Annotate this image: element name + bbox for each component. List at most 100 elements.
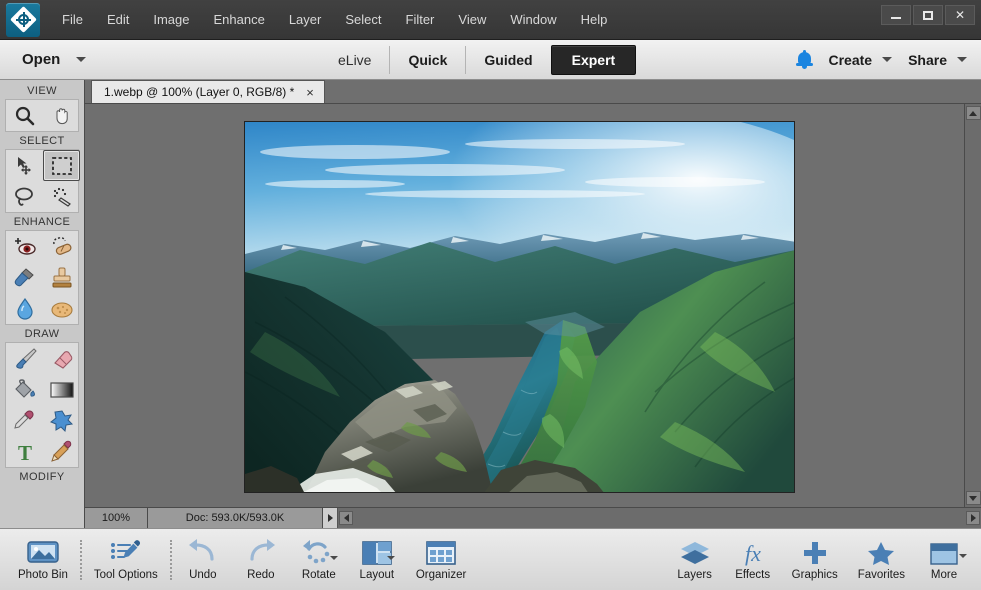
menu-item-edit[interactable]: Edit <box>95 7 141 33</box>
menu-item-help[interactable]: Help <box>569 7 620 33</box>
quick-selection-tool[interactable] <box>43 181 80 212</box>
gradient-tool[interactable] <box>43 374 80 405</box>
rotate-button[interactable]: Rotate <box>290 536 348 583</box>
sponge-tool[interactable] <box>43 293 80 324</box>
mode-tabs: eLive Quick Guided Expert <box>320 44 637 75</box>
menu-item-file[interactable]: File <box>50 7 95 33</box>
menu-item-layer[interactable]: Layer <box>277 7 334 33</box>
brush-tool[interactable] <box>6 343 43 374</box>
divider <box>79 539 82 580</box>
toolbox-section-select-label: SELECT <box>19 135 65 147</box>
blur-tool[interactable] <box>6 293 43 324</box>
more-button[interactable]: More <box>915 536 973 583</box>
effects-button[interactable]: fx Effects <box>724 536 782 583</box>
layers-stack-icon <box>680 542 709 564</box>
status-menu-button[interactable] <box>323 508 338 528</box>
chevron-down-icon[interactable] <box>76 57 87 62</box>
eraser-icon <box>53 350 72 369</box>
effects-label: Effects <box>735 569 771 581</box>
red-eye-removal-tool[interactable] <box>6 231 43 262</box>
document-tab-strip: 1.webp @ 100% (Layer 0, RGB/8) * × <box>85 80 981 104</box>
tab-elive[interactable]: eLive <box>320 46 389 74</box>
share-button[interactable]: Share <box>908 52 967 68</box>
status-bar: 100% Doc: 593.0K/593.0K <box>85 507 981 528</box>
menu-item-window[interactable]: Window <box>498 7 568 33</box>
organizer-button[interactable]: Organizer <box>406 536 477 583</box>
lasso-icon <box>14 187 33 206</box>
paint-bucket-icon <box>14 378 35 398</box>
layout-button[interactable]: Layout <box>348 536 406 583</box>
type-tool[interactable]: T <box>6 436 43 467</box>
undo-button[interactable]: Undo <box>174 536 232 583</box>
pencil-tool[interactable] <box>43 436 80 467</box>
norwegian-fjord-landscape <box>245 122 794 492</box>
create-button[interactable]: Create <box>828 51 893 68</box>
main-body: VIEW SELECT ENHANCE DRAW T MODIFY 1.webp… <box>0 80 981 528</box>
scroll-left-button[interactable] <box>339 511 353 525</box>
undo-label: Undo <box>189 569 217 581</box>
move-arrows-icon <box>17 156 31 175</box>
scroll-up-button[interactable] <box>965 106 981 120</box>
close-button[interactable]: ✕ <box>945 5 975 25</box>
canvas-area <box>85 104 981 507</box>
spot-healing-brush-tool[interactable] <box>43 231 80 262</box>
toolbox-section-enhance <box>5 230 79 325</box>
tab-quick[interactable]: Quick <box>389 45 465 74</box>
chevron-down-icon[interactable] <box>882 57 893 62</box>
menu-item-view[interactable]: View <box>446 7 498 33</box>
horizontal-scrollbar[interactable] <box>338 508 981 528</box>
redo-label: Redo <box>247 569 275 581</box>
undo-arrow-icon <box>188 539 214 561</box>
tab-guided[interactable]: Guided <box>465 45 550 74</box>
canvas-scroll-view[interactable] <box>85 104 964 507</box>
create-label: Create <box>828 51 873 68</box>
paintbrush-icon <box>15 347 37 369</box>
color-picker-tool[interactable] <box>6 405 43 436</box>
marquee-icon <box>51 156 72 175</box>
menu-item-filter[interactable]: Filter <box>394 7 447 33</box>
redo-button[interactable]: Redo <box>232 536 290 583</box>
tab-expert[interactable]: Expert <box>550 44 637 75</box>
organizer-label: Organizer <box>415 569 467 581</box>
document-image[interactable] <box>244 121 795 493</box>
rotate-icon <box>302 540 330 564</box>
close-icon[interactable]: × <box>304 85 316 100</box>
tool-options-button[interactable]: Tool Options <box>84 536 168 583</box>
photo-bin-button[interactable]: Photo Bin <box>8 536 78 583</box>
open-button[interactable]: Open <box>0 40 100 79</box>
scroll-right-button[interactable] <box>966 511 980 525</box>
paint-bucket-tool[interactable] <box>6 374 43 405</box>
open-label: Open <box>22 51 61 68</box>
vertical-scrollbar[interactable] <box>964 104 981 507</box>
hand-tool[interactable] <box>43 100 80 131</box>
move-tool[interactable] <box>6 150 43 181</box>
chevron-down-icon[interactable] <box>957 57 967 62</box>
favorites-button[interactable]: Favorites <box>848 536 915 583</box>
document-tab[interactable]: 1.webp @ 100% (Layer 0, RGB/8) * × <box>91 80 325 103</box>
zoom-tool[interactable] <box>6 100 43 131</box>
graphics-button[interactable]: Graphics <box>782 536 848 583</box>
chevron-down-icon[interactable] <box>329 556 338 560</box>
document-size-field: Doc: 593.0K/593.0K <box>148 508 323 528</box>
menu-item-enhance[interactable]: Enhance <box>202 7 277 33</box>
horizontal-scroll-track[interactable] <box>354 511 965 525</box>
magic-wand-icon <box>53 187 71 207</box>
zoom-level-field[interactable]: 100% <box>85 508 148 528</box>
menu-item-image[interactable]: Image <box>141 7 201 33</box>
lasso-tool[interactable] <box>6 181 43 212</box>
scroll-down-button[interactable] <box>965 491 981 505</box>
eraser-tool[interactable] <box>43 343 80 374</box>
layers-button[interactable]: Layers <box>666 536 724 583</box>
chevron-down-icon[interactable] <box>959 554 967 558</box>
menu-item-select[interactable]: Select <box>333 7 393 33</box>
custom-shape-tool[interactable] <box>43 405 80 436</box>
smart-brush-tool[interactable] <box>6 262 43 293</box>
maximize-button[interactable] <box>913 5 943 25</box>
bell-icon[interactable] <box>796 50 814 69</box>
rectangular-marquee-tool[interactable] <box>43 150 80 181</box>
minimize-button[interactable] <box>881 5 911 25</box>
svg-text:T: T <box>17 441 31 464</box>
photoshop-elements-window: File Edit Image Enhance Layer Select Fil… <box>0 0 981 590</box>
clone-stamp-tool[interactable] <box>43 262 80 293</box>
chevron-down-icon[interactable] <box>386 556 395 560</box>
